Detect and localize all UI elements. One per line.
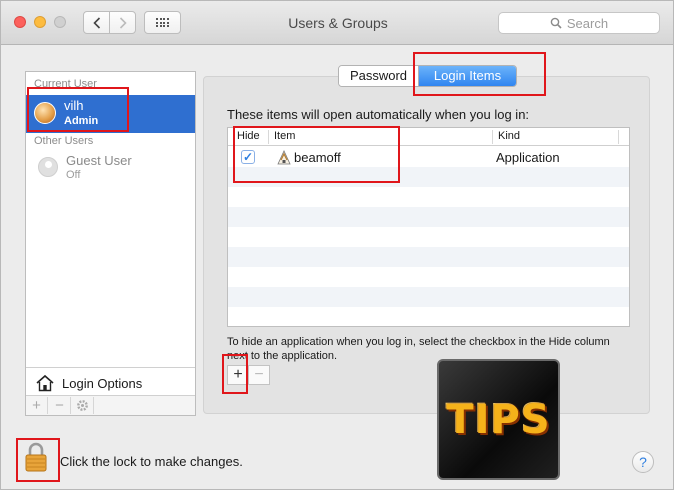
lock-message: Click the lock to make changes. bbox=[60, 454, 243, 469]
highlight-login-items-tab bbox=[413, 52, 546, 96]
login-items-intro: These items will open automatically when… bbox=[227, 107, 530, 122]
guest-user-status: Off bbox=[66, 169, 81, 181]
add-user-button[interactable]: + bbox=[26, 397, 48, 414]
magnifier-icon bbox=[550, 17, 562, 29]
empty-row bbox=[228, 207, 629, 227]
help-button[interactable]: ? bbox=[632, 451, 654, 473]
guest-avatar bbox=[38, 157, 58, 177]
gear-icon bbox=[77, 400, 88, 411]
empty-row bbox=[228, 267, 629, 287]
remove-login-item-button[interactable]: − bbox=[248, 365, 270, 385]
highlight-current-user bbox=[27, 87, 129, 132]
remove-user-button[interactable]: − bbox=[49, 397, 71, 414]
login-options-label: Login Options bbox=[62, 376, 143, 391]
highlight-lock bbox=[16, 438, 60, 482]
empty-row bbox=[228, 187, 629, 207]
action-menu-button[interactable] bbox=[72, 397, 94, 414]
house-icon bbox=[36, 374, 54, 392]
search-placeholder: Search bbox=[566, 15, 609, 31]
column-header-kind[interactable]: Kind bbox=[498, 130, 520, 142]
guest-user-name: Guest User bbox=[66, 153, 132, 168]
sidebar-toolbar: + − bbox=[26, 395, 195, 415]
title-bar: Users & Groups Search bbox=[1, 1, 673, 45]
empty-row bbox=[228, 227, 629, 247]
empty-row bbox=[228, 247, 629, 267]
other-users-header: Other Users bbox=[34, 135, 94, 147]
users-groups-window: Users & Groups Search Current User vilh … bbox=[0, 0, 674, 490]
hide-hint-text: To hide an application when you log in, … bbox=[227, 336, 610, 362]
tab-password[interactable]: Password bbox=[339, 66, 419, 86]
login-item-kind: Application bbox=[496, 150, 560, 165]
highlight-login-item-row bbox=[233, 126, 400, 183]
login-options-item[interactable]: Login Options bbox=[26, 367, 195, 395]
empty-row bbox=[228, 287, 629, 307]
tips-badge: TIPS bbox=[437, 359, 560, 480]
search-field[interactable]: Search bbox=[498, 12, 660, 34]
tips-badge-text: TIPS bbox=[446, 396, 551, 443]
highlight-add-button bbox=[222, 354, 248, 394]
empty-row bbox=[228, 307, 629, 326]
